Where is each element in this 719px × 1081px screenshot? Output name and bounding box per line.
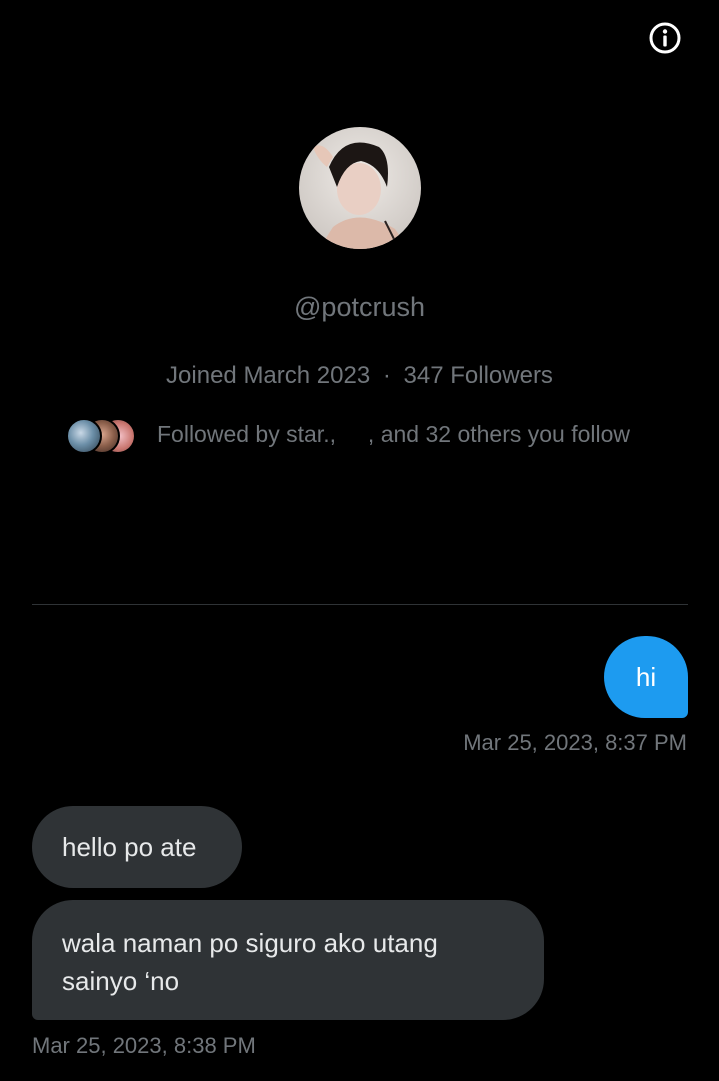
joined-date: Joined March 2023 [166, 362, 371, 389]
profile-photo [299, 127, 421, 249]
profile-handle[interactable]: @potcrush [0, 292, 719, 323]
message-bubble-incoming[interactable]: wala naman po siguro ako utang sainyo ‘n… [32, 900, 544, 1020]
followed-by-row[interactable]: Followed by star., , and 32 others you f… [66, 416, 631, 454]
followed-by-text: Followed by star., , and 32 others you f… [157, 420, 631, 447]
message-timestamp: Mar 25, 2023, 8:37 PM [463, 730, 687, 755]
conversation-info-button[interactable] [648, 21, 682, 55]
meta-separator: · [382, 362, 391, 389]
profile-divider [32, 604, 688, 605]
follower-avatars [66, 417, 136, 454]
message-timestamp: Mar 25, 2023, 8:38 PM [32, 1033, 256, 1058]
profile-meta: Joined March 2023 · 347 Followers [0, 362, 719, 390]
message-bubble-outgoing[interactable]: hi [604, 636, 688, 718]
profile-avatar[interactable] [299, 127, 421, 249]
follower-avatar [66, 418, 102, 454]
followers-count[interactable]: 347 Followers [404, 362, 553, 389]
message-bubble-incoming[interactable]: hello po ate [32, 806, 242, 888]
info-circle-icon [649, 22, 681, 54]
